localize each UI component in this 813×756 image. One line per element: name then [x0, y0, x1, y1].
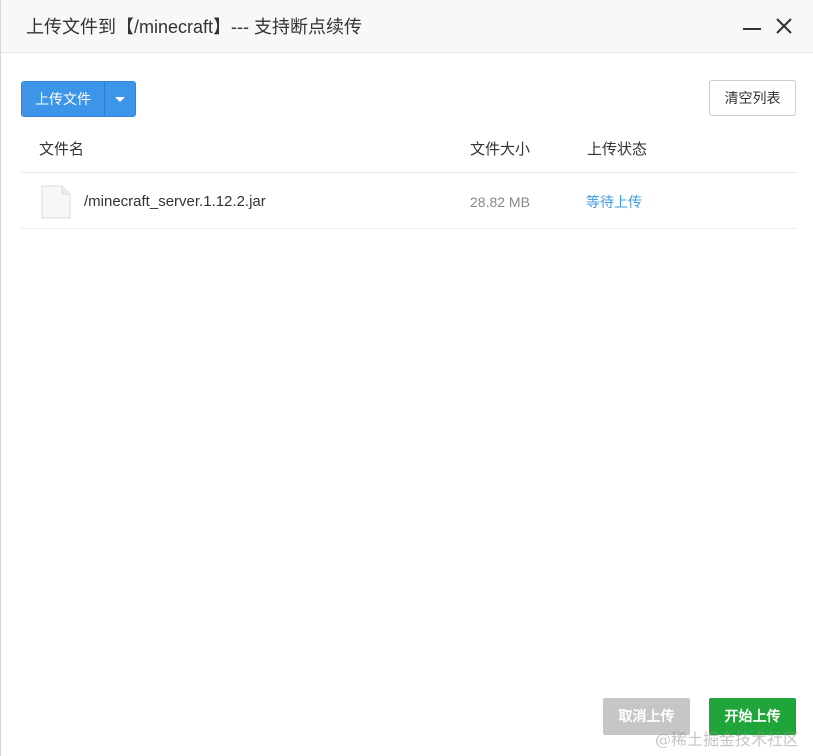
upload-table: 文件名 文件大小 上传状态 /minecraft_server.1.12.2.j… — [21, 128, 797, 229]
upload-dialog: 上传文件到【/minecraft】--- 支持断点续传 上传文件 清空列表 文件… — [0, 0, 813, 756]
column-header-filename: 文件名 — [39, 141, 85, 158]
dialog-title: 上传文件到【/minecraft】--- 支持断点续传 — [26, 17, 363, 37]
table-row: /minecraft_server.1.12.2.jar 28.82 MB 等待… — [21, 173, 797, 229]
file-name: /minecraft_server.1.12.2.jar — [84, 193, 266, 210]
dialog-titlebar: 上传文件到【/minecraft】--- 支持断点续传 — [1, 0, 813, 53]
chevron-down-icon — [115, 97, 125, 102]
close-button[interactable] — [773, 15, 795, 37]
upload-split-button: 上传文件 — [21, 81, 136, 117]
watermark: @稀土掘金技术社区 — [655, 730, 800, 749]
column-header-filesize: 文件大小 — [470, 141, 531, 158]
upload-file-button[interactable]: 上传文件 — [22, 82, 105, 116]
minimize-button[interactable] — [741, 15, 763, 37]
upload-status: 等待上传 — [586, 194, 642, 210]
column-header-status: 上传状态 — [587, 141, 648, 158]
table-header: 文件名 文件大小 上传状态 — [21, 128, 797, 173]
close-icon — [776, 18, 792, 34]
file-size: 28.82 MB — [470, 194, 530, 210]
file-icon — [41, 185, 71, 219]
upload-dropdown-toggle[interactable] — [105, 82, 135, 116]
clear-list-button[interactable]: 清空列表 — [709, 80, 796, 116]
minimize-icon — [743, 28, 761, 30]
